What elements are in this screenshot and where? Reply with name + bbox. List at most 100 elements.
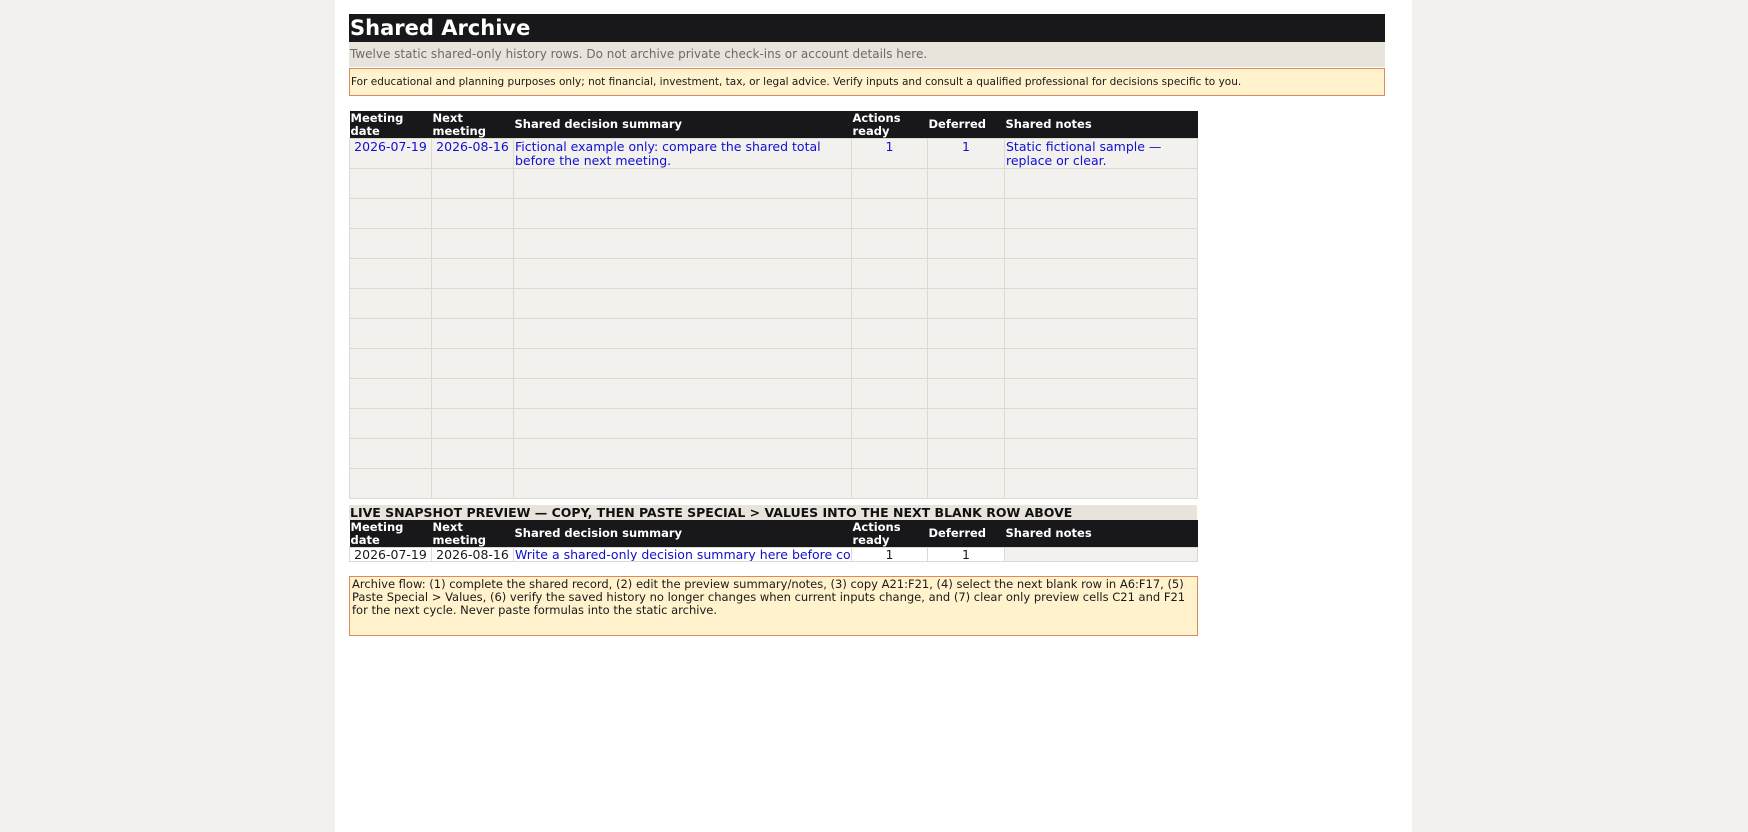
- preview-actions-ready-cell[interactable]: 1: [851, 547, 928, 562]
- archive-next-meeting-cell[interactable]: [431, 198, 514, 229]
- archive-deferred-cell[interactable]: [927, 228, 1005, 259]
- archive-notes-cell[interactable]: [1004, 438, 1198, 469]
- archive-header-cell[interactable]: Meeting date: [349, 111, 432, 139]
- archive-summary-cell[interactable]: [513, 288, 852, 319]
- archive-next-meeting-cell[interactable]: [431, 378, 514, 409]
- archive-notes-cell[interactable]: [1004, 378, 1198, 409]
- archive-actions-ready-cell[interactable]: [851, 288, 928, 319]
- archive-deferred-cell[interactable]: [927, 198, 1005, 229]
- archive-row: [349, 258, 1198, 289]
- archive-header-cell[interactable]: Actions ready: [851, 111, 928, 139]
- archive-summary-cell[interactable]: [513, 258, 852, 289]
- preview-header-cell[interactable]: Meeting date: [349, 520, 432, 548]
- archive-deferred-cell[interactable]: [927, 168, 1005, 199]
- archive-next-meeting-cell[interactable]: [431, 228, 514, 259]
- archive-row: [349, 348, 1198, 379]
- archive-meeting-date-cell[interactable]: [349, 258, 432, 289]
- archive-notes-cell[interactable]: [1004, 228, 1198, 259]
- archive-row: [349, 198, 1198, 229]
- archive-summary-cell[interactable]: [513, 168, 852, 199]
- archive-deferred-cell[interactable]: [927, 288, 1005, 319]
- archive-next-meeting-cell[interactable]: [431, 438, 514, 469]
- archive-next-meeting-cell[interactable]: [431, 468, 514, 499]
- archive-deferred-cell[interactable]: [927, 438, 1005, 469]
- archive-actions-ready-cell[interactable]: [851, 228, 928, 259]
- archive-summary-cell[interactable]: [513, 228, 852, 259]
- archive-deferred-cell[interactable]: [927, 408, 1005, 439]
- archive-deferred-cell[interactable]: [927, 348, 1005, 379]
- archive-meeting-date-cell[interactable]: [349, 468, 432, 499]
- archive-deferred-cell[interactable]: [927, 318, 1005, 349]
- archive-row: [349, 438, 1198, 469]
- preview-meeting-date-cell[interactable]: 2026-07-19: [349, 547, 432, 562]
- preview-header-cell[interactable]: Next meeting: [431, 520, 514, 548]
- archive-header-cell[interactable]: Shared notes: [1004, 111, 1198, 139]
- archive-actions-ready-cell[interactable]: [851, 198, 928, 229]
- archive-next-meeting-cell[interactable]: [431, 168, 514, 199]
- archive-next-meeting-cell[interactable]: [431, 348, 514, 379]
- archive-meeting-date-cell[interactable]: [349, 378, 432, 409]
- archive-table: Meeting date Next meeting Shared decisio…: [349, 111, 1198, 499]
- archive-actions-ready-cell[interactable]: 1: [851, 138, 928, 169]
- preview-deferred-cell[interactable]: 1: [927, 547, 1005, 562]
- archive-notes-cell[interactable]: [1004, 408, 1198, 439]
- archive-next-meeting-cell[interactable]: [431, 318, 514, 349]
- archive-meeting-date-cell[interactable]: [349, 228, 432, 259]
- preview-header-cell[interactable]: Deferred: [927, 520, 1005, 548]
- archive-notes-cell[interactable]: [1004, 468, 1198, 499]
- archive-actions-ready-cell[interactable]: [851, 408, 928, 439]
- archive-summary-cell[interactable]: Fictional example only: compare the shar…: [513, 138, 852, 169]
- archive-summary-cell[interactable]: [513, 378, 852, 409]
- archive-actions-ready-cell[interactable]: [851, 168, 928, 199]
- archive-actions-ready-cell[interactable]: [851, 468, 928, 499]
- archive-notes-cell[interactable]: [1004, 318, 1198, 349]
- archive-actions-ready-cell[interactable]: [851, 378, 928, 409]
- archive-meeting-date-cell[interactable]: [349, 408, 432, 439]
- archive-summary-cell[interactable]: [513, 318, 852, 349]
- archive-summary-cell[interactable]: [513, 198, 852, 229]
- archive-deferred-cell[interactable]: [927, 258, 1005, 289]
- archive-next-meeting-cell[interactable]: [431, 258, 514, 289]
- disclaimer-note[interactable]: For educational and planning purposes on…: [349, 68, 1385, 96]
- archive-deferred-cell[interactable]: 1: [927, 138, 1005, 169]
- archive-header-cell[interactable]: Shared decision summary: [513, 111, 852, 139]
- archive-summary-cell[interactable]: [513, 468, 852, 499]
- archive-summary-cell[interactable]: [513, 348, 852, 379]
- archive-next-meeting-cell[interactable]: [431, 288, 514, 319]
- archive-header-cell[interactable]: Next meeting: [431, 111, 514, 139]
- archive-flow-note[interactable]: Archive flow: (1) complete the shared re…: [349, 576, 1198, 636]
- preview-next-meeting-cell[interactable]: 2026-08-16: [431, 547, 514, 562]
- page-subtitle[interactable]: Twelve static shared-only history rows. …: [349, 42, 1385, 67]
- archive-actions-ready-cell[interactable]: [851, 438, 928, 469]
- archive-meeting-date-cell[interactable]: [349, 348, 432, 379]
- preview-header-cell[interactable]: Shared notes: [1004, 520, 1198, 548]
- archive-notes-cell[interactable]: [1004, 258, 1198, 289]
- preview-header-cell[interactable]: Actions ready: [851, 520, 928, 548]
- archive-meeting-date-cell[interactable]: 2026-07-19: [349, 138, 432, 169]
- archive-notes-cell[interactable]: [1004, 288, 1198, 319]
- archive-summary-cell[interactable]: [513, 408, 852, 439]
- archive-actions-ready-cell[interactable]: [851, 318, 928, 349]
- archive-next-meeting-cell[interactable]: [431, 408, 514, 439]
- preview-summary-cell[interactable]: Write a shared-only decision summary her…: [513, 547, 852, 562]
- page-title[interactable]: Shared Archive: [349, 14, 1385, 42]
- archive-meeting-date-cell[interactable]: [349, 198, 432, 229]
- snapshot-preview-label[interactable]: LIVE SNAPSHOT PREVIEW — COPY, THEN PASTE…: [349, 505, 1197, 520]
- preview-header-cell[interactable]: Shared decision summary: [513, 520, 852, 548]
- archive-summary-cell[interactable]: [513, 438, 852, 469]
- archive-meeting-date-cell[interactable]: [349, 288, 432, 319]
- archive-actions-ready-cell[interactable]: [851, 348, 928, 379]
- archive-deferred-cell[interactable]: [927, 468, 1005, 499]
- archive-notes-cell[interactable]: [1004, 348, 1198, 379]
- archive-notes-cell[interactable]: [1004, 168, 1198, 199]
- archive-notes-cell[interactable]: Static fictional sample — replace or cle…: [1004, 138, 1198, 169]
- archive-next-meeting-cell[interactable]: 2026-08-16: [431, 138, 514, 169]
- archive-notes-cell[interactable]: [1004, 198, 1198, 229]
- preview-notes-cell[interactable]: [1004, 547, 1198, 562]
- archive-actions-ready-cell[interactable]: [851, 258, 928, 289]
- archive-meeting-date-cell[interactable]: [349, 318, 432, 349]
- archive-meeting-date-cell[interactable]: [349, 438, 432, 469]
- archive-header-cell[interactable]: Deferred: [927, 111, 1005, 139]
- archive-deferred-cell[interactable]: [927, 378, 1005, 409]
- archive-meeting-date-cell[interactable]: [349, 168, 432, 199]
